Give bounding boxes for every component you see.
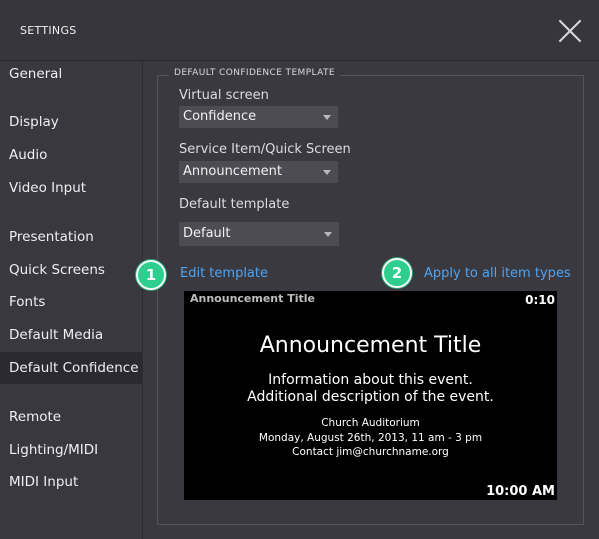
title-bar: SETTINGS (0, 0, 599, 61)
sidebar-item-quick-screens[interactable]: Quick Screens (0, 254, 142, 286)
default-template-value: Default (183, 226, 231, 241)
sidebar-item-default-confidence[interactable]: Default Confidence (0, 352, 142, 384)
callout-badge-2: 2 (382, 258, 412, 288)
chevron-down-icon (323, 170, 331, 175)
preview-heading: Announcement Title (259, 333, 482, 358)
apply-to-all-link[interactable]: Apply to all item types (424, 266, 571, 281)
default-template-select[interactable]: Default (179, 222, 339, 246)
preview-body-line2: Additional description of the event. (247, 389, 494, 405)
sidebar-item-lighting-midi[interactable]: Lighting/MIDI (0, 434, 142, 466)
preview-body-line1: Information about this event. (268, 372, 473, 388)
sidebar-item-presentation[interactable]: Presentation (0, 221, 142, 253)
virtual-screen-label: Virtual screen (179, 88, 269, 103)
sidebar-item-audio[interactable]: Audio (0, 139, 142, 171)
service-item-select[interactable]: Announcement (179, 161, 338, 183)
preview-clock: 10:00 AM (486, 484, 555, 499)
group-title: DEFAULT CONFIDENCE TEMPLATE (169, 68, 340, 78)
service-item-label: Service Item/Quick Screen (179, 142, 351, 157)
preview-detail-line2: Monday, August 26th, 2013, 11 am - 3 pm (258, 432, 483, 444)
edit-template-link[interactable]: Edit template (180, 266, 268, 281)
sidebar-item-display[interactable]: Display (0, 106, 142, 138)
virtual-screen-select[interactable]: Confidence (179, 106, 338, 128)
sidebar-item-remote[interactable]: Remote (0, 401, 142, 433)
preview-timer: 0:10 (525, 293, 555, 307)
chevron-down-icon (324, 232, 332, 237)
sidebar-item-midi-input[interactable]: MIDI Input (0, 466, 142, 498)
sidebar-item-default-media[interactable]: Default Media (0, 319, 142, 351)
service-item-value: Announcement (183, 164, 282, 179)
default-template-label: Default template (179, 197, 290, 212)
preview-detail-line3: Contact jim@churchname.org (292, 446, 449, 458)
chevron-down-icon (323, 115, 331, 120)
sidebar-item-fonts[interactable]: Fonts (0, 286, 142, 318)
callout-badge-1: 1 (136, 260, 166, 290)
window-title: SETTINGS (20, 24, 77, 37)
close-icon[interactable] (557, 18, 583, 44)
template-preview: Announcement Title 0:10 Announcement Tit… (184, 291, 557, 500)
sidebar-item-video-input[interactable]: Video Input (0, 172, 142, 204)
preview-detail-line1: Church Auditorium (321, 417, 420, 429)
settings-sidebar: General Display Audio Video Input Presen… (0, 61, 143, 539)
sidebar-item-general[interactable]: General (0, 58, 142, 90)
virtual-screen-value: Confidence (183, 109, 257, 124)
preview-small-title: Announcement Title (190, 292, 315, 305)
